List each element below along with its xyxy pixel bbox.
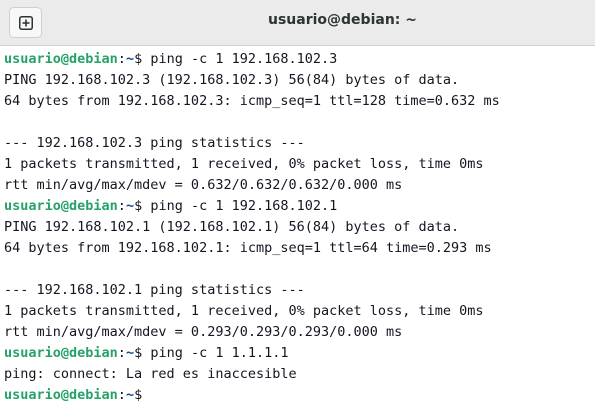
- output-line: --- 192.168.102.3 ping statistics ---: [4, 135, 305, 151]
- output-line: 64 bytes from 192.168.102.1: icmp_seq=1 …: [4, 240, 492, 256]
- prompt-line: usuario@debian:~$ ping -c 1 192.168.102.…: [4, 196, 595, 217]
- command-text: ping -c 1 192.168.102.1: [150, 198, 338, 214]
- prompt-symbol: $: [134, 51, 151, 67]
- title-bar[interactable]: usuario@debian: ~: [0, 0, 595, 46]
- terminal-window: usuario@debian: ~ usuario@debian:~$ ping…: [0, 0, 595, 412]
- text-cursor: [150, 386, 159, 402]
- prompt-user-host: usuario@debian: [4, 387, 118, 403]
- terminal-output[interactable]: usuario@debian:~$ ping -c 1 192.168.102.…: [4, 49, 595, 412]
- output-line: PING 192.168.102.3 (192.168.102.3) 56(84…: [4, 72, 460, 88]
- prompt-symbol: $: [134, 387, 151, 403]
- prompt-user-host: usuario@debian: [4, 51, 118, 67]
- output-line: 64 bytes from 192.168.102.3: icmp_seq=1 …: [4, 93, 500, 109]
- output-line: PING 192.168.102.1 (192.168.102.1) 56(84…: [4, 219, 460, 235]
- prompt-separator: :: [117, 387, 126, 403]
- output-line: rtt min/avg/max/mdev = 0.293/0.293/0.293…: [4, 324, 403, 340]
- output-line: --- 192.168.102.1 ping statistics ---: [4, 282, 305, 298]
- prompt-path: ~: [125, 345, 135, 361]
- prompt-line: usuario@debian:~$: [4, 385, 595, 406]
- prompt-user-host: usuario@debian: [4, 198, 118, 214]
- command-text: ping -c 1 1.1.1.1: [150, 345, 289, 361]
- prompt-line: usuario@debian:~$ ping -c 1 192.168.102.…: [4, 49, 595, 70]
- prompt-path: ~: [125, 387, 135, 403]
- prompt-user-host: usuario@debian: [4, 345, 118, 361]
- prompt-path: ~: [125, 198, 135, 214]
- prompt-symbol: $: [134, 198, 151, 214]
- prompt-separator: :: [117, 51, 126, 67]
- command-text: ping -c 1 192.168.102.3: [150, 51, 338, 67]
- prompt-separator: :: [117, 345, 126, 361]
- prompt-separator: :: [117, 198, 126, 214]
- window-title: usuario@debian: ~: [268, 12, 417, 28]
- output-line: rtt min/avg/max/mdev = 0.632/0.632/0.632…: [4, 177, 403, 193]
- prompt-symbol: $: [134, 345, 151, 361]
- output-line: ping: connect: La red es inaccesible: [4, 366, 297, 382]
- prompt-path: ~: [125, 51, 135, 67]
- output-line: 1 packets transmitted, 1 received, 0% pa…: [4, 156, 484, 172]
- output-line: 1 packets transmitted, 1 received, 0% pa…: [4, 303, 484, 319]
- prompt-line: usuario@debian:~$ ping -c 1 1.1.1.1: [4, 343, 595, 364]
